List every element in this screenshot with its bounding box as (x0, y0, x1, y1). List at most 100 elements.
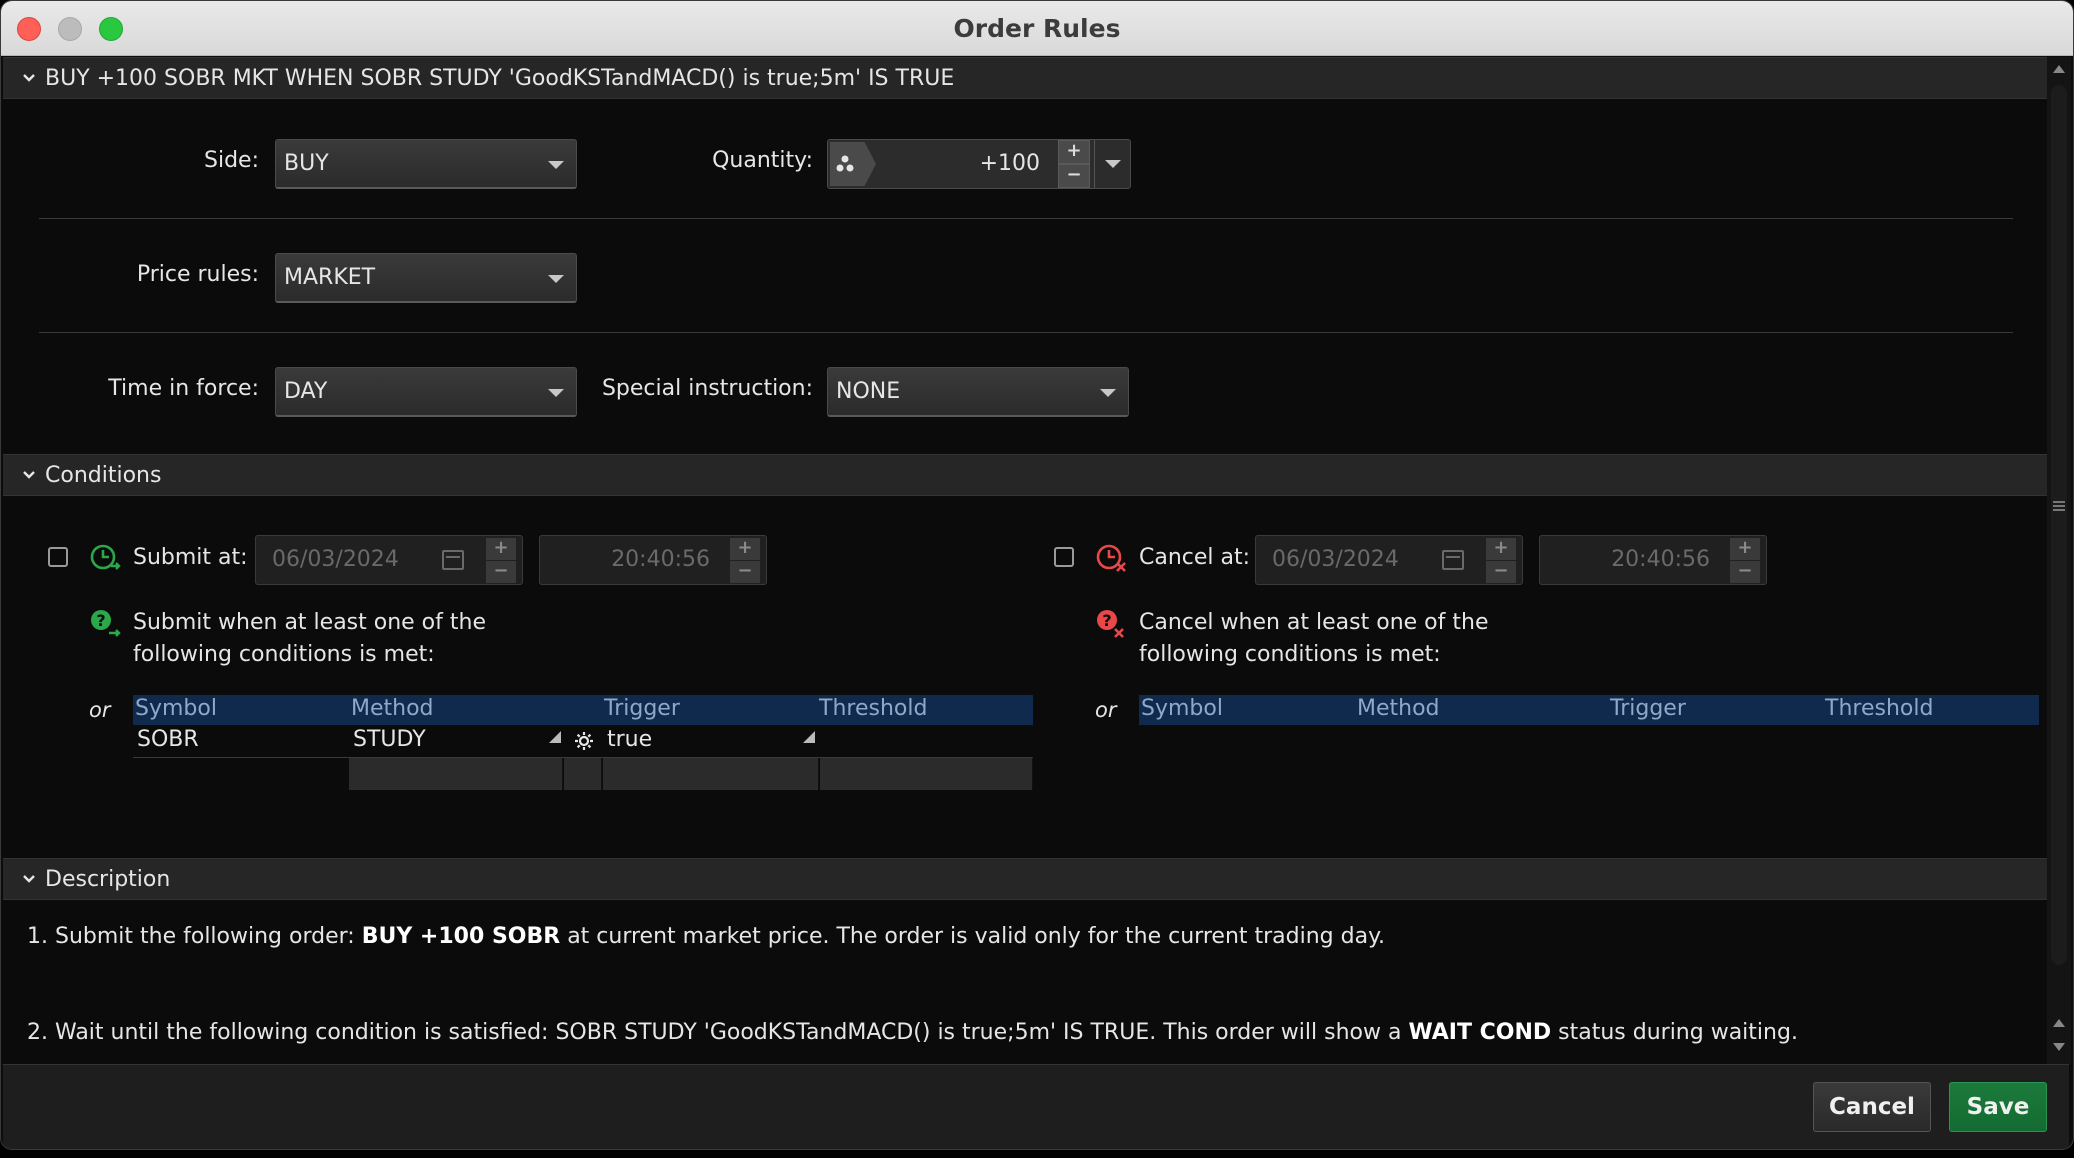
row-symbol[interactable]: SOBR (137, 727, 199, 752)
svg-text:?: ? (1102, 611, 1111, 630)
cancel-button[interactable]: Cancel (1813, 1082, 1931, 1132)
quantity-decrement-button[interactable]: − (1058, 164, 1090, 188)
side-value: BUY (284, 151, 329, 176)
column-method: Method (351, 696, 434, 721)
special-instruction-select[interactable]: NONE (827, 367, 1129, 417)
save-button[interactable]: Save (1949, 1082, 2047, 1132)
submit-date-value: 06/03/2024 (272, 547, 399, 572)
empty-trigger-cell[interactable] (603, 758, 819, 790)
time-in-force-select[interactable]: DAY (275, 367, 577, 417)
row-method[interactable]: STUDY (353, 727, 426, 752)
cancel-at-checkbox[interactable] (1054, 547, 1074, 567)
column-symbol: Symbol (1141, 696, 1223, 721)
row-trigger[interactable]: true (607, 727, 652, 752)
time-in-force-label: Time in force: (108, 376, 259, 401)
order-rules-window: Order Rules BUY +100 SOBR MKT WHEN SOBR … (0, 0, 2074, 1150)
separator (39, 218, 2013, 219)
chevron-down-icon (548, 161, 564, 169)
submit-at-label: Submit at: (133, 545, 248, 570)
description-line-1: 1. Submit the following order: BUY +100 … (27, 924, 1385, 949)
submit-at-checkbox[interactable] (48, 547, 68, 567)
quantity-dropdown-button[interactable] (1094, 140, 1130, 188)
cancel-date-increment[interactable]: + (1486, 538, 1516, 560)
chevron-down-icon (23, 74, 35, 82)
cancel-date-decrement[interactable]: − (1486, 561, 1516, 583)
conditions-section-header[interactable]: Conditions (3, 454, 2047, 496)
time-in-force-value: DAY (284, 379, 328, 404)
side-select[interactable]: BUY (275, 139, 577, 189)
chevron-down-icon (548, 275, 564, 283)
order-section-header[interactable]: BUY +100 SOBR MKT WHEN SOBR STUDY 'GoodK… (3, 57, 2047, 99)
submit-date-decrement[interactable]: − (486, 561, 516, 583)
scrollbar-thumb[interactable] (2051, 85, 2067, 965)
price-rules-label: Price rules: (136, 262, 259, 287)
submit-time-increment[interactable]: + (730, 538, 760, 560)
cancel-date-field[interactable]: 06/03/2024 + − (1255, 535, 1523, 585)
cancel-at-label: Cancel at: (1139, 545, 1251, 570)
scroll-up-icon[interactable] (2053, 65, 2065, 73)
calendar-icon[interactable] (442, 550, 464, 570)
submit-time-decrement[interactable]: − (730, 561, 760, 583)
column-symbol: Symbol (135, 696, 217, 721)
separator (39, 332, 2013, 333)
description-section-header[interactable]: Description (3, 858, 2047, 900)
svg-text:?: ? (96, 611, 105, 630)
submit-condition-note: Submit when at least one of the followin… (133, 610, 486, 667)
side-label: Side: (204, 148, 259, 173)
column-trigger: Trigger (1610, 696, 1686, 721)
scroll-grip-icon[interactable] (2053, 501, 2065, 511)
special-instruction-value: NONE (836, 379, 901, 404)
vertical-scrollbar[interactable] (2047, 57, 2071, 1064)
resize-corner-icon (549, 731, 561, 743)
resize-corner-icon (803, 731, 815, 743)
order-rules-content: BUY +100 SOBR MKT WHEN SOBR STUDY 'GoodK… (3, 57, 2047, 1064)
order-summary: BUY +100 SOBR MKT WHEN SOBR STUDY 'GoodK… (45, 66, 955, 91)
price-rules-select[interactable]: MARKET (275, 253, 577, 303)
submit-time-value: 20:40:56 (611, 547, 710, 572)
quantity-value: +100 (979, 151, 1040, 176)
settings-gear-icon[interactable] (573, 730, 595, 752)
chevron-down-icon (23, 471, 35, 479)
price-rules-value: MARKET (284, 265, 376, 290)
submit-or-label: or (89, 698, 111, 722)
empty-threshold-cell[interactable] (820, 758, 1033, 790)
empty-gear-cell[interactable] (564, 758, 602, 790)
column-trigger: Trigger (604, 696, 680, 721)
cancel-condition-note: Cancel when at least one of the followin… (1139, 610, 1489, 667)
column-method: Method (1357, 696, 1440, 721)
cancel-or-label: or (1095, 698, 1117, 722)
submit-date-increment[interactable]: + (486, 538, 516, 560)
submit-date-field[interactable]: 06/03/2024 + − (255, 535, 523, 585)
column-threshold: Threshold (1825, 696, 1934, 721)
submit-conditions-header: Symbol Method Trigger Threshold (133, 695, 1033, 725)
title-bar: Order Rules (1, 1, 2073, 56)
cancel-time-value: 20:40:56 (1611, 547, 1710, 572)
cancel-clock-icon (1096, 544, 1126, 572)
empty-method-cell[interactable] (349, 758, 563, 790)
scroll-up-icon[interactable] (2053, 1019, 2065, 1027)
column-threshold: Threshold (819, 696, 928, 721)
chevron-down-icon (1100, 389, 1116, 397)
submit-help-icon: ? (91, 610, 121, 637)
cancel-time-decrement[interactable]: − (1730, 561, 1760, 583)
lot-size-icon[interactable] (830, 142, 876, 186)
quantity-increment-button[interactable]: + (1058, 140, 1090, 164)
background-strip (0, 1150, 2074, 1158)
scroll-down-icon[interactable] (2053, 1043, 2065, 1051)
quantity-label: Quantity: (712, 148, 813, 173)
description-title: Description (45, 867, 171, 892)
submit-time-field[interactable]: 20:40:56 + − (539, 535, 767, 585)
calendar-icon[interactable] (1442, 550, 1464, 570)
cancel-date-value: 06/03/2024 (1272, 547, 1399, 572)
cancel-conditions-header: Symbol Method Trigger Threshold (1139, 695, 2039, 725)
cancel-time-increment[interactable]: + (1730, 538, 1760, 560)
dialog-footer: Cancel Save (3, 1064, 2069, 1149)
chevron-down-icon (23, 875, 35, 883)
cancel-time-field[interactable]: 20:40:56 + − (1539, 535, 1767, 585)
submit-clock-icon (90, 544, 121, 570)
chevron-down-icon (548, 389, 564, 397)
special-instruction-label: Special instruction: (601, 376, 813, 401)
description-line-2: 2. Wait until the following condition is… (27, 1020, 1798, 1045)
quantity-stepper[interactable]: +100 + − (827, 139, 1131, 189)
cancel-help-icon: ? (1097, 610, 1124, 638)
